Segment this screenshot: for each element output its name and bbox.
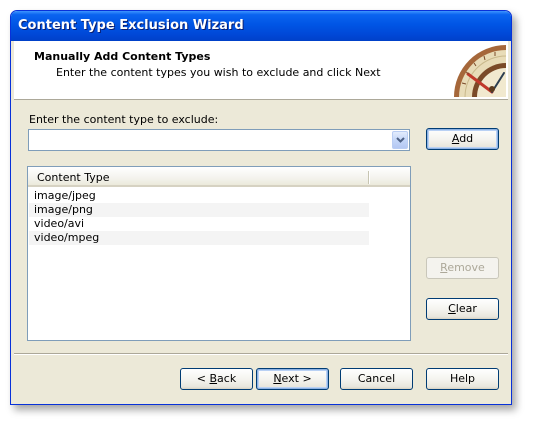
wizard-header: Manually Add Content Types Enter the con… — [14, 41, 508, 100]
add-button-label: Add — [451, 132, 474, 145]
remove-button-label: Remove — [440, 261, 485, 274]
list-rows: image/jpeg image/png video/avi video/mpe… — [29, 189, 369, 245]
help-button[interactable]: Help — [426, 368, 499, 390]
title-bar[interactable]: Content Type Exclusion Wizard — [11, 11, 511, 41]
content-type-label: Enter the content type to exclude: — [29, 113, 219, 126]
back-button[interactable]: < Back — [180, 368, 253, 390]
clear-button[interactable]: Clear — [426, 298, 499, 320]
chevron-down-icon[interactable] — [392, 131, 408, 149]
list-item[interactable]: video/avi — [29, 217, 369, 231]
remove-button[interactable]: Remove — [426, 257, 499, 279]
footer-divider — [14, 353, 508, 355]
column-header-content-type: Content Type — [37, 171, 110, 184]
wizard-window: Content Type Exclusion Wizard Manually A… — [10, 10, 512, 405]
list-column-header[interactable]: Content Type — [28, 167, 410, 187]
content-type-combobox[interactable] — [28, 129, 410, 151]
cancel-button[interactable]: Cancel — [340, 368, 413, 390]
list-item[interactable]: image/png — [29, 203, 369, 217]
add-button[interactable]: Add — [426, 128, 499, 150]
page-title: Manually Add Content Types — [34, 50, 211, 63]
column-divider[interactable] — [368, 171, 369, 184]
list-item[interactable]: image/jpeg — [29, 189, 369, 203]
clear-button-label: Clear — [448, 302, 477, 315]
next-button[interactable]: Next > — [256, 368, 329, 390]
next-button-label: Next > — [273, 372, 312, 385]
content-type-list[interactable]: Content Type image/jpeg image/png video/… — [27, 166, 411, 341]
back-button-label: < Back — [196, 372, 237, 385]
compass-icon — [448, 43, 507, 98]
window-title: Content Type Exclusion Wizard — [18, 18, 244, 33]
list-item[interactable]: video/mpeg — [29, 231, 369, 245]
page-subtitle: Enter the content types you wish to excl… — [56, 66, 381, 79]
